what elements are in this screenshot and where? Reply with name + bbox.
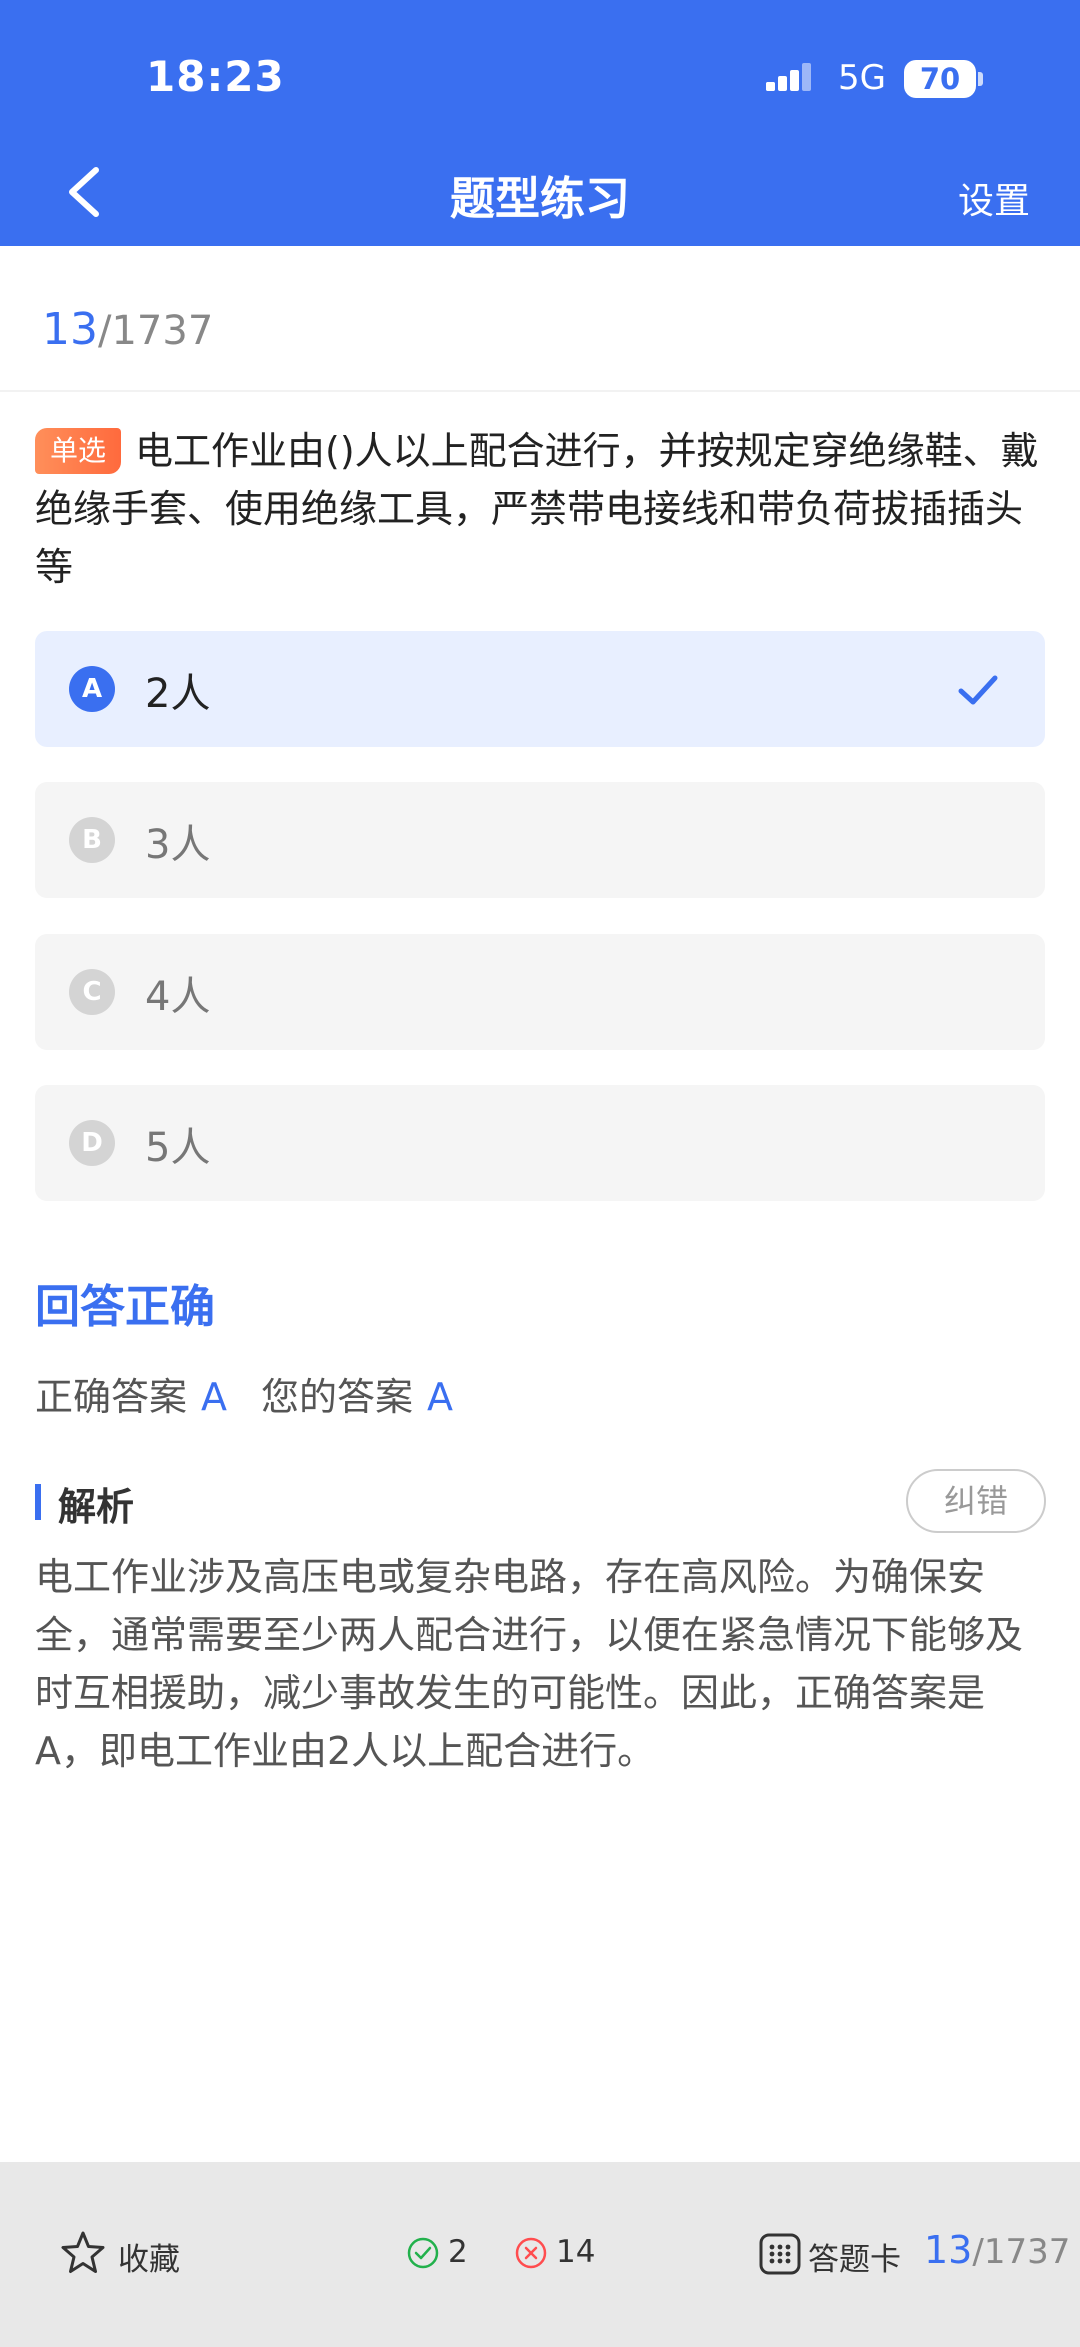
answer-card-icon[interactable] (758, 2232, 802, 2276)
correct-answer-label: 正确答案 (35, 1375, 188, 1419)
option-c[interactable]: C 4人 (35, 934, 1045, 1050)
option-text: 5人 (145, 1125, 211, 1171)
question-text: 电工作业由()人以上配合进行，并按规定穿绝缘鞋、戴绝缘手套、使用绝缘工具，严禁带… (35, 429, 1039, 589)
battery-indicator: 70 (904, 60, 976, 98)
option-text: 4人 (145, 974, 211, 1020)
option-a[interactable]: A 2人 (35, 631, 1045, 747)
progress-current: 13 (42, 304, 98, 355)
option-b[interactable]: B 3人 (35, 782, 1045, 898)
option-d[interactable]: D 5人 (35, 1085, 1045, 1201)
option-text: 3人 (145, 822, 211, 868)
your-answer-value: A (427, 1375, 454, 1419)
option-letter: B (69, 817, 115, 863)
checkmark-icon (958, 675, 998, 705)
settings-button[interactable]: 设置 (958, 172, 1030, 224)
question-type-badge: 单选 (35, 428, 122, 474)
answer-result: 回答正确 (35, 1280, 216, 1333)
question-stem: 单选 电工作业由()人以上配合进行，并按规定穿绝缘鞋、戴绝缘手套、使用绝缘工具，严… (35, 422, 1045, 596)
bottom-progress-total: /1737 (972, 2232, 1071, 2272)
answer-card-button[interactable]: 答题卡 (808, 2234, 901, 2279)
wrong-count: 14 (556, 2234, 596, 2270)
bottom-progress: 13/1737 (924, 2228, 1070, 2272)
analysis-title: 解析 (58, 1485, 135, 1529)
star-icon[interactable] (60, 2230, 106, 2276)
question-progress: 13/1737 (42, 304, 213, 355)
answer-summary: 正确答案 A 您的答案 A (35, 1366, 487, 1421)
correct-count: 2 (448, 2234, 468, 2270)
status-time: 18:23 (146, 52, 285, 101)
page-title: 题型练习 (449, 172, 630, 225)
divider (0, 390, 1080, 392)
analysis-accent-bar (35, 1484, 41, 1520)
app-header: 18:23 5G 70 题型练习 设置 (0, 0, 1080, 246)
bottom-progress-current: 13 (924, 2228, 973, 2272)
your-answer-label: 您的答案 (261, 1375, 414, 1419)
correct-answer-value: A (201, 1375, 228, 1419)
option-text: 2人 (145, 671, 211, 717)
option-letter: C (69, 969, 115, 1015)
favorite-button[interactable]: 收藏 (118, 2234, 180, 2279)
battery-tip (978, 72, 983, 86)
x-circle-icon (515, 2237, 547, 2269)
option-letter: A (69, 666, 115, 712)
report-error-button[interactable]: 纠错 (906, 1469, 1046, 1533)
check-circle-icon (407, 2237, 439, 2269)
network-type: 5G (838, 58, 886, 98)
analysis-text: 电工作业涉及高压电或复杂电路，存在高风险。为确保安全，通常需要至少两人配合进行，… (35, 1555, 1024, 1773)
progress-total: /1737 (98, 308, 214, 354)
option-letter: D (69, 1120, 115, 1166)
signal-icon (766, 63, 811, 91)
